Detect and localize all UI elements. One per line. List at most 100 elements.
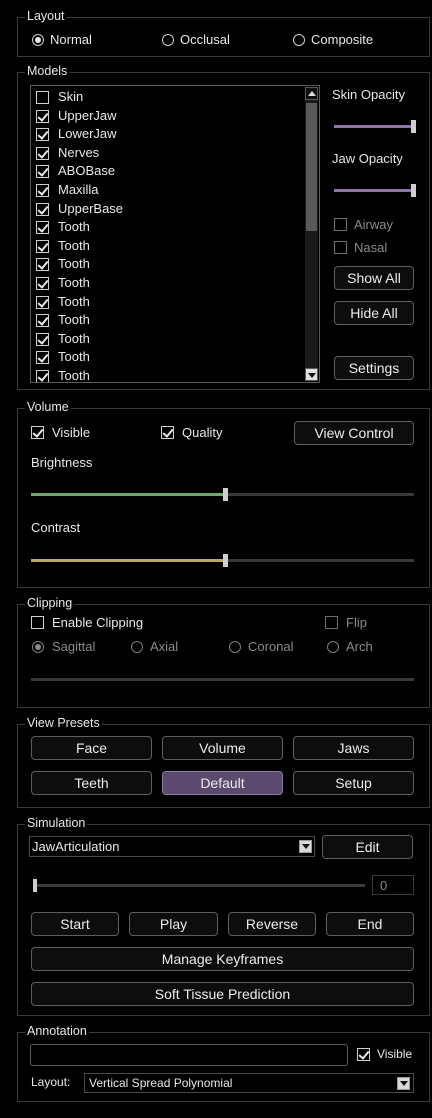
annotation-layout-label: Layout:	[31, 1075, 71, 1089]
annotation-visible-checkbox[interactable]	[357, 1048, 370, 1061]
model-visibility-checkbox[interactable]	[36, 165, 49, 179]
preset-default-button[interactable]: Default	[162, 771, 283, 795]
jaw-opacity-thumb[interactable]	[411, 184, 416, 197]
model-visibility-checkbox[interactable]	[36, 239, 49, 253]
models-list-scroll-thumb[interactable]	[306, 103, 317, 231]
preset-teeth-button[interactable]: Teeth	[31, 771, 152, 795]
volume-group-title: Volume	[25, 400, 71, 414]
brightness-label: Brightness	[31, 455, 93, 470]
simulation-play-button[interactable]: Play	[129, 912, 218, 936]
model-item-label: Tooth	[58, 330, 90, 346]
clip-coronal-label: Coronal	[248, 639, 294, 654]
model-visibility-checkbox[interactable]	[36, 146, 49, 160]
model-visibility-checkbox[interactable]	[36, 295, 49, 309]
clipping-group-title: Clipping	[25, 596, 75, 610]
model-visibility-checkbox[interactable]	[36, 332, 49, 346]
model-visibility-checkbox[interactable]	[36, 91, 49, 104]
show-all-button[interactable]: Show All	[334, 266, 414, 290]
layout-normal-label: Normal	[50, 32, 92, 47]
preset-volume-button[interactable]: Volume	[162, 736, 283, 760]
model-item-label: Tooth	[58, 256, 90, 272]
model-item-label: Skin	[58, 89, 84, 104]
model-item-label: Tooth	[58, 293, 90, 309]
model-item-label: UpperBase	[58, 200, 124, 216]
manage-keyframes-button[interactable]: Manage Keyframes	[31, 947, 414, 971]
enable-clipping-label: Enable Clipping	[52, 615, 144, 630]
model-item-label: Tooth	[58, 275, 90, 290]
model-visibility-checkbox[interactable]	[36, 109, 49, 123]
skin-opacity-slider[interactable]	[334, 120, 416, 133]
model-item-label: UpperJaw	[58, 107, 117, 123]
volume-visible-checkbox[interactable]	[31, 426, 44, 439]
brightness-fill	[31, 493, 226, 496]
model-visibility-checkbox[interactable]	[36, 128, 49, 142]
clip-coronal-radio[interactable]	[229, 641, 241, 653]
flip-checkbox[interactable]	[325, 616, 338, 629]
volume-quality-checkbox[interactable]	[161, 426, 174, 439]
layout-composite-label: Composite	[311, 32, 374, 47]
annotation-layout-select[interactable]: Vertical Spread Polynomial	[84, 1073, 414, 1093]
settings-button[interactable]: Settings	[334, 356, 414, 380]
model-visibility-checkbox[interactable]	[36, 184, 49, 197]
scroll-down-arrow-icon[interactable]	[305, 368, 318, 381]
simulation-start-button[interactable]: Start	[31, 912, 119, 936]
model-visibility-checkbox[interactable]	[36, 202, 49, 216]
simulation-timeline-thumb[interactable]	[33, 879, 37, 892]
model-visibility-checkbox[interactable]	[36, 351, 49, 365]
clip-axial-radio[interactable]	[131, 641, 143, 653]
scroll-up-arrow-icon[interactable]	[305, 87, 318, 100]
model-visibility-checkbox[interactable]	[36, 370, 49, 382]
contrast-thumb[interactable]	[223, 554, 228, 567]
model-visibility-checkbox[interactable]	[36, 221, 49, 235]
models-list-scrollbar[interactable]	[305, 87, 318, 381]
enable-clipping-checkbox[interactable]	[31, 616, 44, 629]
clipping-slider[interactable]	[31, 678, 414, 681]
preset-face-button[interactable]: Face	[31, 736, 152, 760]
volume-visible-label: Visible	[52, 425, 91, 440]
layout-occlusal-radio[interactable]	[162, 34, 174, 46]
model-item-label: Maxilla	[58, 182, 99, 197]
contrast-slider[interactable]	[31, 554, 414, 567]
layout-normal-radio[interactable]	[32, 34, 44, 46]
brightness-thumb[interactable]	[223, 488, 228, 501]
simulation-select-value: JawArticulation	[32, 839, 120, 854]
chevron-down-icon[interactable]	[397, 1077, 410, 1090]
skin-opacity-thumb[interactable]	[411, 120, 416, 133]
skin-opacity-label: Skin Opacity	[332, 87, 405, 102]
model-item-label: LowerJaw	[58, 126, 117, 142]
annotation-text-input[interactable]	[30, 1044, 348, 1066]
jaw-opacity-fill	[334, 189, 414, 192]
preset-setup-button[interactable]: Setup	[293, 771, 414, 795]
jaw-opacity-slider[interactable]	[334, 184, 416, 197]
simulation-reverse-button[interactable]: Reverse	[228, 912, 316, 936]
brightness-slider[interactable]	[31, 488, 414, 501]
model-visibility-checkbox[interactable]	[36, 277, 49, 290]
airway-label: Airway	[354, 217, 394, 232]
preset-jaws-button[interactable]: Jaws	[293, 736, 414, 760]
annotation-layout-value: Vertical Spread Polynomial	[89, 1076, 233, 1090]
simulation-end-button[interactable]: End	[326, 912, 414, 936]
annotation-group-title: Annotation	[25, 1024, 89, 1038]
frame-number-field[interactable]: 0	[372, 875, 414, 895]
contrast-fill	[31, 559, 226, 562]
layout-group-title: Layout	[25, 9, 67, 23]
airway-checkbox[interactable]	[334, 218, 347, 231]
flip-label: Flip	[346, 615, 367, 630]
layout-composite-radio[interactable]	[293, 34, 305, 46]
model-visibility-checkbox[interactable]	[36, 258, 49, 272]
model-visibility-checkbox[interactable]	[36, 314, 49, 328]
soft-tissue-prediction-button[interactable]: Soft Tissue Prediction	[31, 982, 414, 1006]
simulation-edit-button[interactable]: Edit	[322, 835, 413, 859]
contrast-label: Contrast	[31, 520, 81, 535]
clip-sagittal-radio[interactable]	[32, 641, 44, 653]
clip-arch-radio[interactable]	[327, 641, 339, 653]
annotation-visible-label: Visible	[377, 1047, 413, 1061]
view-control-button[interactable]: View Control	[294, 421, 414, 445]
jaw-opacity-label: Jaw Opacity	[332, 151, 403, 166]
nasal-checkbox[interactable]	[334, 241, 347, 254]
simulation-timeline-slider[interactable]	[33, 879, 365, 892]
models-list[interactable]: Skin UpperJaw LowerJaw Nerves ABOBase Maxilla…	[30, 85, 320, 383]
hide-all-button[interactable]: Hide All	[334, 301, 414, 325]
simulation-select[interactable]: JawArticulation	[29, 836, 315, 857]
chevron-down-icon[interactable]	[299, 840, 312, 853]
